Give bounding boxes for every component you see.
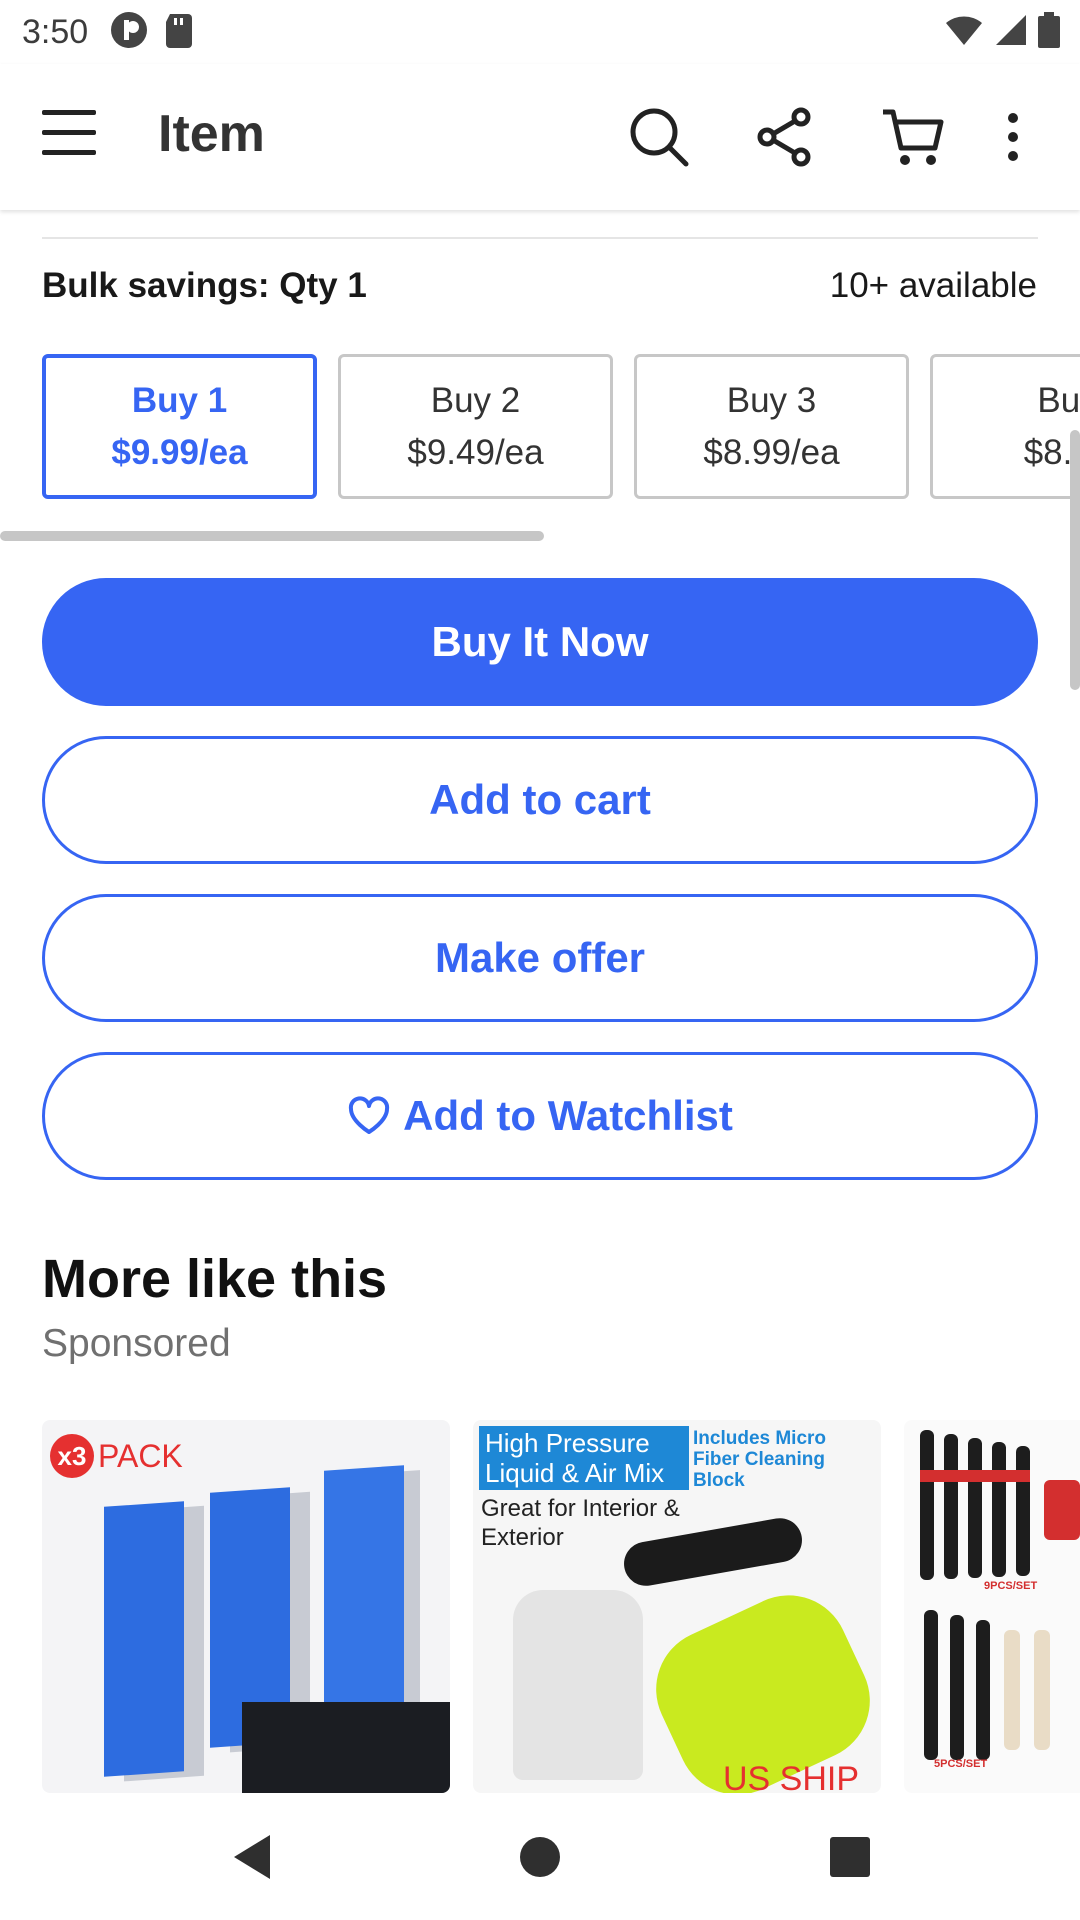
page-title: Item xyxy=(158,105,265,163)
buy-it-now-button[interactable]: Buy It Now xyxy=(42,578,1038,706)
quantity-option-price: $9.49/ea xyxy=(407,432,544,472)
divider xyxy=(42,237,1038,239)
product-card[interactable]: x3 PACK xyxy=(42,1420,450,1793)
product-carousel: x3 PACK High Pressure Liquid & Air Mix I… xyxy=(0,1420,1080,1793)
share-icon[interactable] xyxy=(750,102,820,172)
status-time: 3:50 xyxy=(22,12,89,51)
product-tag: 9PCS/SET xyxy=(984,1580,1038,1592)
search-icon[interactable] xyxy=(624,102,694,172)
recents-icon[interactable] xyxy=(822,1829,878,1885)
horizontal-scrollbar[interactable] xyxy=(0,531,544,541)
quantity-option-label: Buy xyxy=(1037,380,1080,420)
home-icon[interactable] xyxy=(512,1829,568,1885)
menu-icon[interactable] xyxy=(42,108,102,164)
cart-icon[interactable] xyxy=(878,102,948,172)
status-bar: 3:50 xyxy=(0,0,1080,64)
vertical-scrollbar[interactable] xyxy=(1070,430,1080,690)
quantity-option-buy-4[interactable]: Buy $8.49 xyxy=(930,354,1080,499)
product-card[interactable]: 9PCS/SET 5PCS/SET xyxy=(904,1420,1080,1793)
bulk-savings-label: Bulk savings: Qty 1 xyxy=(42,266,367,305)
product-tag: 5PCS/SET xyxy=(934,1758,988,1770)
app-bar: Item xyxy=(0,64,1080,210)
sponsored-label: Sponsored xyxy=(42,1322,231,1365)
product-banner-right: Includes Micro Fiber Cleaning Block xyxy=(693,1428,827,1491)
quantity-option-label: Buy 1 xyxy=(131,380,228,420)
product-image: x3 PACK xyxy=(42,1420,450,1793)
watchlist-label: Add to Watchlist xyxy=(403,1092,733,1139)
add-to-cart-button[interactable]: Add to cart xyxy=(42,736,1038,864)
wifi-icon xyxy=(944,13,984,52)
back-icon[interactable] xyxy=(224,1829,280,1885)
quantity-option-label: Buy 2 xyxy=(430,380,521,420)
quantity-option-label: Buy 3 xyxy=(726,380,817,420)
heart-icon xyxy=(347,1096,391,1136)
pack-badge-text: PACK xyxy=(98,1437,183,1474)
battery-icon xyxy=(1038,12,1060,53)
product-footer: US SHIP xyxy=(723,1760,860,1793)
system-nav-bar xyxy=(0,1793,1080,1920)
product-banner-left: High Pressure Liquid & Air Mix xyxy=(479,1426,689,1490)
quantity-options: Buy 1 $9.99/ea Buy 2 $9.49/ea Buy 3 $8.9… xyxy=(0,354,1080,502)
quantity-option-price: $9.99/ea xyxy=(111,432,248,472)
product-card[interactable]: High Pressure Liquid & Air Mix Includes … xyxy=(473,1420,881,1793)
sd-card-icon xyxy=(164,12,194,53)
product-image: 9PCS/SET 5PCS/SET xyxy=(904,1420,1080,1793)
quantity-option-price: $8.99/ea xyxy=(703,432,840,472)
more-options-icon[interactable] xyxy=(988,102,1038,172)
section-title: More like this xyxy=(42,1249,388,1309)
product-image: High Pressure Liquid & Air Mix Includes … xyxy=(473,1420,881,1793)
quantity-option-buy-2[interactable]: Buy 2 $9.49/ea xyxy=(338,354,613,499)
make-offer-button[interactable]: Make offer xyxy=(42,894,1038,1022)
availability-text: 10+ available xyxy=(829,266,1037,305)
quantity-option-buy-1[interactable]: Buy 1 $9.99/ea xyxy=(42,354,317,499)
add-to-watchlist-button[interactable]: Add to Watchlist xyxy=(42,1052,1038,1180)
pack-badge-count: x3 xyxy=(50,1434,94,1478)
quantity-option-buy-3[interactable]: Buy 3 $8.99/ea xyxy=(634,354,909,499)
signal-icon xyxy=(994,13,1028,52)
notification-icon xyxy=(110,11,148,54)
